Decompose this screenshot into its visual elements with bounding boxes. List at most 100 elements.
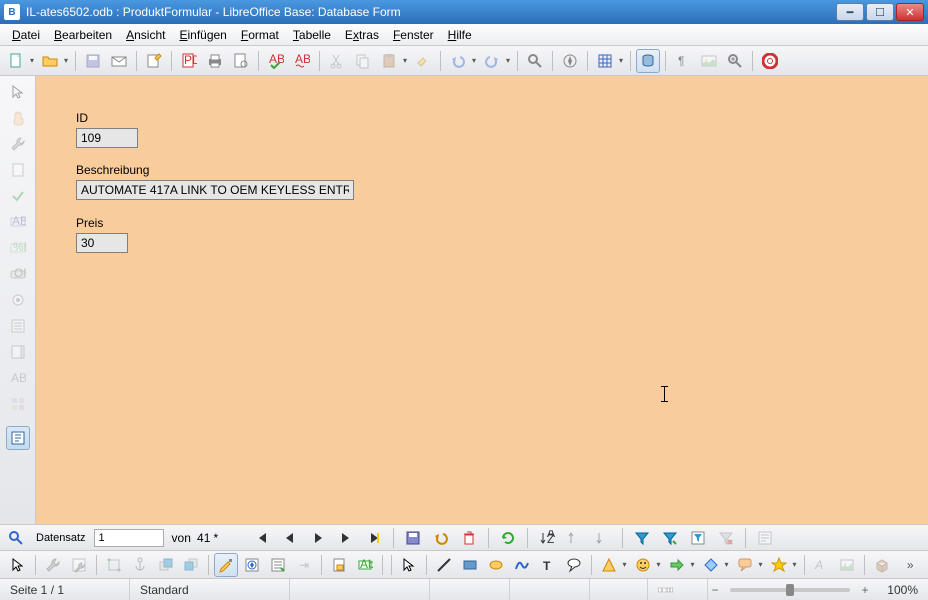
new-document-dropdown[interactable]: ▾ <box>28 56 36 65</box>
menu-einfuegen[interactable]: Einfügen <box>173 26 232 44</box>
more-controls-icon[interactable] <box>6 392 30 416</box>
gallery-button[interactable] <box>697 49 721 73</box>
find-record-button[interactable] <box>4 526 28 550</box>
help-button[interactable] <box>758 49 782 73</box>
activation-order-button[interactable]: ⇥ <box>292 553 316 577</box>
arrow-shapes-dropdown[interactable]: ▾ <box>689 560 697 569</box>
from-file-button[interactable] <box>835 553 859 577</box>
callout-shapes-dropdown[interactable]: ▾ <box>757 560 765 569</box>
data-sources-button[interactable] <box>636 49 660 73</box>
flowchart-shapes-button[interactable] <box>699 553 723 577</box>
print-preview-button[interactable] <box>229 49 253 73</box>
form-filter-button[interactable] <box>686 526 710 550</box>
control-properties-button[interactable] <box>41 553 65 577</box>
paste-button[interactable] <box>377 49 401 73</box>
anchor-button[interactable] <box>128 553 152 577</box>
save-record-button[interactable] <box>401 526 425 550</box>
edit-mode-button[interactable] <box>142 49 166 73</box>
fontwork-button[interactable]: A <box>810 553 834 577</box>
last-record-button[interactable] <box>334 526 358 550</box>
nonprinting-chars-button[interactable]: ¶ <box>671 49 695 73</box>
zoom-out-button[interactable]: − <box>708 583 722 597</box>
new-record-button[interactable] <box>362 526 386 550</box>
undo-button[interactable] <box>446 49 470 73</box>
listbox-icon[interactable] <box>6 340 30 364</box>
callout-tool[interactable] <box>562 553 586 577</box>
language-indicator[interactable] <box>290 579 430 600</box>
auto-spellcheck-button[interactable]: ABC <box>290 49 314 73</box>
paste-dropdown[interactable]: ▾ <box>401 56 409 65</box>
design-mode-toggle[interactable] <box>214 553 238 577</box>
next-record-button[interactable] <box>306 526 330 550</box>
page-icon[interactable] <box>6 158 30 182</box>
open-button[interactable] <box>38 49 62 73</box>
table-button[interactable] <box>593 49 617 73</box>
undo-dropdown[interactable]: ▾ <box>470 56 478 65</box>
autofilter-button[interactable] <box>630 526 654 550</box>
menu-ansicht[interactable]: Ansicht <box>120 26 171 44</box>
form-navigator-button[interactable] <box>240 553 264 577</box>
flowchart-shapes-dropdown[interactable]: ▾ <box>723 560 731 569</box>
find-replace-button[interactable] <box>523 49 547 73</box>
menu-tabelle[interactable]: Tabelle <box>287 26 337 44</box>
first-record-button[interactable] <box>250 526 274 550</box>
new-document-button[interactable] <box>4 49 28 73</box>
form-design-icon[interactable] <box>6 426 30 450</box>
navigator-button[interactable] <box>558 49 582 73</box>
redo-button[interactable] <box>480 49 504 73</box>
menu-bearbeiten[interactable]: Bearbeiten <box>48 26 118 44</box>
send-back-button[interactable] <box>180 553 204 577</box>
button-icon[interactable]: OK <box>6 262 30 286</box>
form-properties-button[interactable] <box>67 553 91 577</box>
sort-desc-button[interactable] <box>591 526 615 550</box>
open-dropdown[interactable]: ▾ <box>62 56 70 65</box>
ellipse-tool[interactable] <box>484 553 508 577</box>
menu-fenster[interactable]: Fenster <box>387 26 440 44</box>
zoom-slider[interactable] <box>730 588 850 592</box>
menu-datei[interactable]: Datei <box>6 26 46 44</box>
bring-front-button[interactable] <box>154 553 178 577</box>
xf-icon[interactable]: %F <box>6 236 30 260</box>
hand-icon[interactable] <box>6 106 30 130</box>
auto-focus-button[interactable]: Abc <box>353 553 377 577</box>
radio-icon[interactable] <box>6 288 30 312</box>
freeform-tool[interactable] <box>510 553 534 577</box>
document-canvas[interactable]: ID Beschreibung Preis <box>36 76 928 524</box>
save-button[interactable] <box>81 49 105 73</box>
cut-button[interactable] <box>325 49 349 73</box>
menu-extras[interactable]: Extras <box>339 26 385 44</box>
zoom-percentage[interactable]: 100% <box>872 579 928 600</box>
zoom-button[interactable] <box>723 49 747 73</box>
copy-button[interactable] <box>351 49 375 73</box>
wrench-icon[interactable] <box>6 132 30 156</box>
close-button[interactable]: ✕ <box>896 3 924 21</box>
toolbar-overflow-button[interactable]: » <box>898 553 922 577</box>
format-paintbrush-button[interactable] <box>411 49 435 73</box>
list-icon[interactable] <box>6 314 30 338</box>
pointer-icon[interactable] <box>6 80 30 104</box>
record-number-input[interactable] <box>94 529 164 547</box>
delete-record-button[interactable] <box>457 526 481 550</box>
arrow-shapes-button[interactable] <box>665 553 689 577</box>
email-button[interactable] <box>107 49 131 73</box>
menu-format[interactable]: Format <box>235 26 285 44</box>
sort-asc-button[interactable] <box>563 526 587 550</box>
style-indicator[interactable]: Standard <box>130 579 290 600</box>
add-field-button[interactable] <box>266 553 290 577</box>
menu-hilfe[interactable]: Hilfe <box>442 26 478 44</box>
apply-filter-button[interactable] <box>658 526 682 550</box>
star-shapes-dropdown[interactable]: ▾ <box>791 560 799 569</box>
view-layout-indicator[interactable] <box>648 579 708 600</box>
insert-mode-indicator[interactable] <box>430 579 510 600</box>
beschreibung-field[interactable] <box>76 180 354 200</box>
line-tool[interactable] <box>432 553 456 577</box>
undo-record-button[interactable] <box>429 526 453 550</box>
minimize-button[interactable]: ━ <box>836 3 864 21</box>
select-tool[interactable] <box>6 553 30 577</box>
extrusion-button[interactable] <box>870 553 894 577</box>
spellcheck-button[interactable]: ABC <box>264 49 288 73</box>
rect-tool[interactable] <box>458 553 482 577</box>
symbol-shapes-button[interactable] <box>631 553 655 577</box>
sort-button[interactable]: AZ <box>535 526 559 550</box>
refresh-button[interactable] <box>496 526 520 550</box>
